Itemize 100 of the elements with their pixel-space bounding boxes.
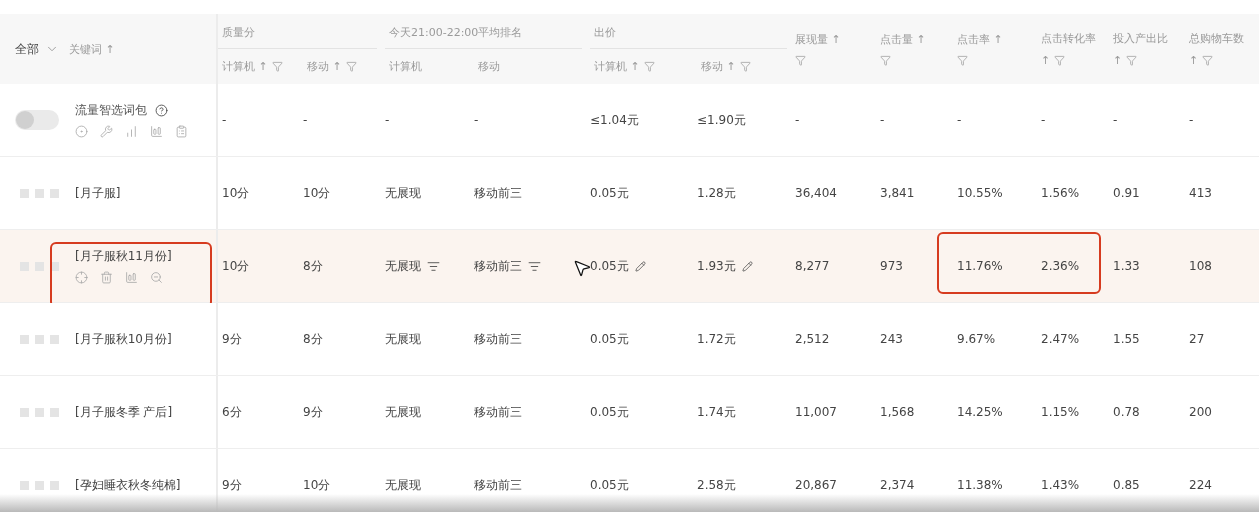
column-header[interactable]: 移动 ↑ — [307, 59, 342, 74]
column-header[interactable]: 点击量 ↑ — [880, 32, 926, 47]
column-group-title: 今天21:00-22:00平均排名 — [389, 25, 523, 40]
table-cell: 36,404 — [795, 186, 837, 200]
table-cell: 移动前三 — [474, 403, 522, 421]
table-row[interactable]: [月子服冬季 产后] 6分 9分 无展现 移动前三 0.05元 1.74元 11,007 1,568 14.25% 1.15% 0.78 200 — [0, 376, 1259, 449]
sort-arrow[interactable]: ↑ — [1189, 54, 1199, 67]
status-square — [20, 480, 29, 490]
table-cell: 973 — [880, 259, 903, 273]
table-cell: ≤1.90元 — [697, 111, 746, 129]
status-square — [20, 188, 29, 198]
table-cell: 移动前三 — [474, 257, 522, 275]
table-cell: 11,007 — [795, 405, 837, 419]
keyword-name[interactable]: [月子服秋10月份] — [75, 330, 172, 348]
column-header[interactable]: 计算机 ↑ — [594, 59, 640, 74]
table-cell: 移动前三 — [474, 476, 522, 494]
table-cell: 8,277 — [795, 259, 830, 273]
table-row[interactable]: 流量智选词包 - - - - ≤1.04元 ≤1.90元 - - - - - - — [0, 84, 1259, 157]
table-row[interactable]: [月子服] 10分 10分 无展现 移动前三 0.05元 1.28元 36,404 3,841 10.55% 1.56% 0.91 413 — [0, 157, 1259, 230]
crosshair-icon[interactable] — [75, 271, 88, 284]
status-square — [50, 480, 59, 490]
table-cell: 11.38% — [957, 478, 1003, 492]
table-cell: 1.43% — [1041, 478, 1080, 492]
pencil-icon[interactable] — [741, 260, 753, 272]
keyword-name[interactable]: 流量智选词包 — [75, 102, 147, 119]
column-header[interactable]: 总购物车数 — [1189, 31, 1244, 46]
table-row[interactable]: [月子服秋11月份] 10分 8分 无展现 移动前三 0.05元 1.93元 8,277 973 11.76% 2.36% 1.33 108 — [0, 230, 1259, 303]
table-cell: 200 — [1189, 405, 1212, 419]
table-cell: 2,374 — [880, 478, 915, 492]
wrench-icon[interactable] — [100, 125, 113, 138]
table-cell: 3,841 — [880, 186, 915, 200]
filter-icon[interactable] — [1202, 55, 1214, 66]
table-cell: 0.05元 — [590, 184, 629, 202]
keyword-name[interactable]: [孕妇睡衣秋冬纯棉] — [75, 476, 181, 494]
status-square — [35, 407, 44, 417]
filter-icon[interactable] — [1054, 55, 1066, 66]
keyword-name[interactable]: [月子服秋11月份] — [75, 248, 172, 265]
clipboard-icon[interactable] — [175, 125, 188, 138]
table-cell: 224 — [1189, 478, 1212, 492]
table-cell: 移动前三 — [474, 184, 522, 202]
status-square — [35, 188, 44, 198]
column-header[interactable]: 点击转化率 — [1041, 31, 1096, 46]
table-cell: 1.33 — [1113, 259, 1140, 273]
table-cell: 10分 — [303, 476, 331, 494]
table-cell: 0.05元 — [590, 257, 629, 275]
column-header[interactable]: 投入产出比 — [1113, 31, 1168, 46]
table-cell: 0.85 — [1113, 478, 1140, 492]
scope-dropdown[interactable]: 全部 — [15, 40, 39, 58]
target-icon[interactable] — [75, 125, 88, 138]
help-icon[interactable] — [155, 104, 168, 117]
table-cell: 2.47% — [1041, 332, 1080, 346]
filter-icon[interactable] — [795, 55, 806, 66]
column-header[interactable]: 移动 ↑ — [701, 59, 736, 74]
bar-chart-icon[interactable] — [125, 271, 138, 284]
pencil-icon[interactable] — [634, 260, 646, 272]
table-cell: 2.36% — [1041, 259, 1080, 273]
status-square — [50, 188, 59, 198]
filter-icon[interactable] — [957, 55, 968, 66]
keyword-name[interactable]: [月子服] — [75, 184, 121, 202]
filter-icon[interactable] — [643, 61, 655, 72]
table-cell: 无展现 — [385, 184, 421, 202]
bar-chart-icon[interactable] — [150, 125, 163, 138]
list-icon[interactable] — [528, 259, 541, 273]
sort-arrow[interactable]: ↑ — [1041, 54, 1051, 67]
filter-icon[interactable] — [880, 55, 891, 66]
table-cell: 9分 — [303, 403, 323, 421]
table-row[interactable]: [月子服秋10月份] 9分 8分 无展现 移动前三 0.05元 1.72元 2,512 243 9.67% 2.47% 1.55 27 — [0, 303, 1259, 376]
table-cell: 0.05元 — [590, 476, 629, 494]
list-icon[interactable] — [427, 259, 440, 273]
table-cell: 10.55% — [957, 186, 1003, 200]
table-cell: 8分 — [303, 257, 323, 275]
sort-arrow[interactable]: ↑ — [1113, 54, 1123, 67]
table-cell: - — [474, 113, 479, 127]
table-cell: 无展现 — [385, 257, 421, 275]
toggle-switch[interactable] — [15, 110, 59, 130]
filter-icon[interactable] — [345, 61, 357, 72]
table-cell: 9分 — [222, 330, 242, 348]
table-cell: 1.55 — [1113, 332, 1140, 346]
column-header[interactable]: 关键词 ↑ — [69, 41, 115, 57]
table-cell: 1.15% — [1041, 405, 1080, 419]
column-header[interactable]: 计算机 ↑ — [222, 59, 268, 74]
filter-icon[interactable] — [739, 61, 751, 72]
column-header[interactable]: 移动 — [478, 59, 500, 74]
column-header[interactable]: 点击率 ↑ — [957, 32, 1003, 47]
table-cell: 2.58元 — [697, 476, 736, 494]
filter-icon[interactable] — [271, 61, 283, 72]
table-cell: - — [1113, 113, 1118, 127]
table-cell: 1.56% — [1041, 186, 1080, 200]
rising-bars-icon[interactable] — [125, 125, 138, 138]
table-cell: 20,867 — [795, 478, 837, 492]
zoom-out-icon[interactable] — [150, 271, 163, 284]
table-cell: 0.05元 — [590, 403, 629, 421]
column-header[interactable]: 计算机 — [389, 59, 422, 74]
filter-icon[interactable] — [1126, 55, 1138, 66]
table-cell: 1.93元 — [697, 257, 736, 275]
table-cell: - — [957, 113, 962, 127]
trash-icon[interactable] — [100, 271, 113, 284]
table-cell: 9分 — [222, 476, 242, 494]
keyword-name[interactable]: [月子服冬季 产后] — [75, 403, 173, 421]
column-header[interactable]: 展现量 ↑ — [795, 32, 841, 47]
